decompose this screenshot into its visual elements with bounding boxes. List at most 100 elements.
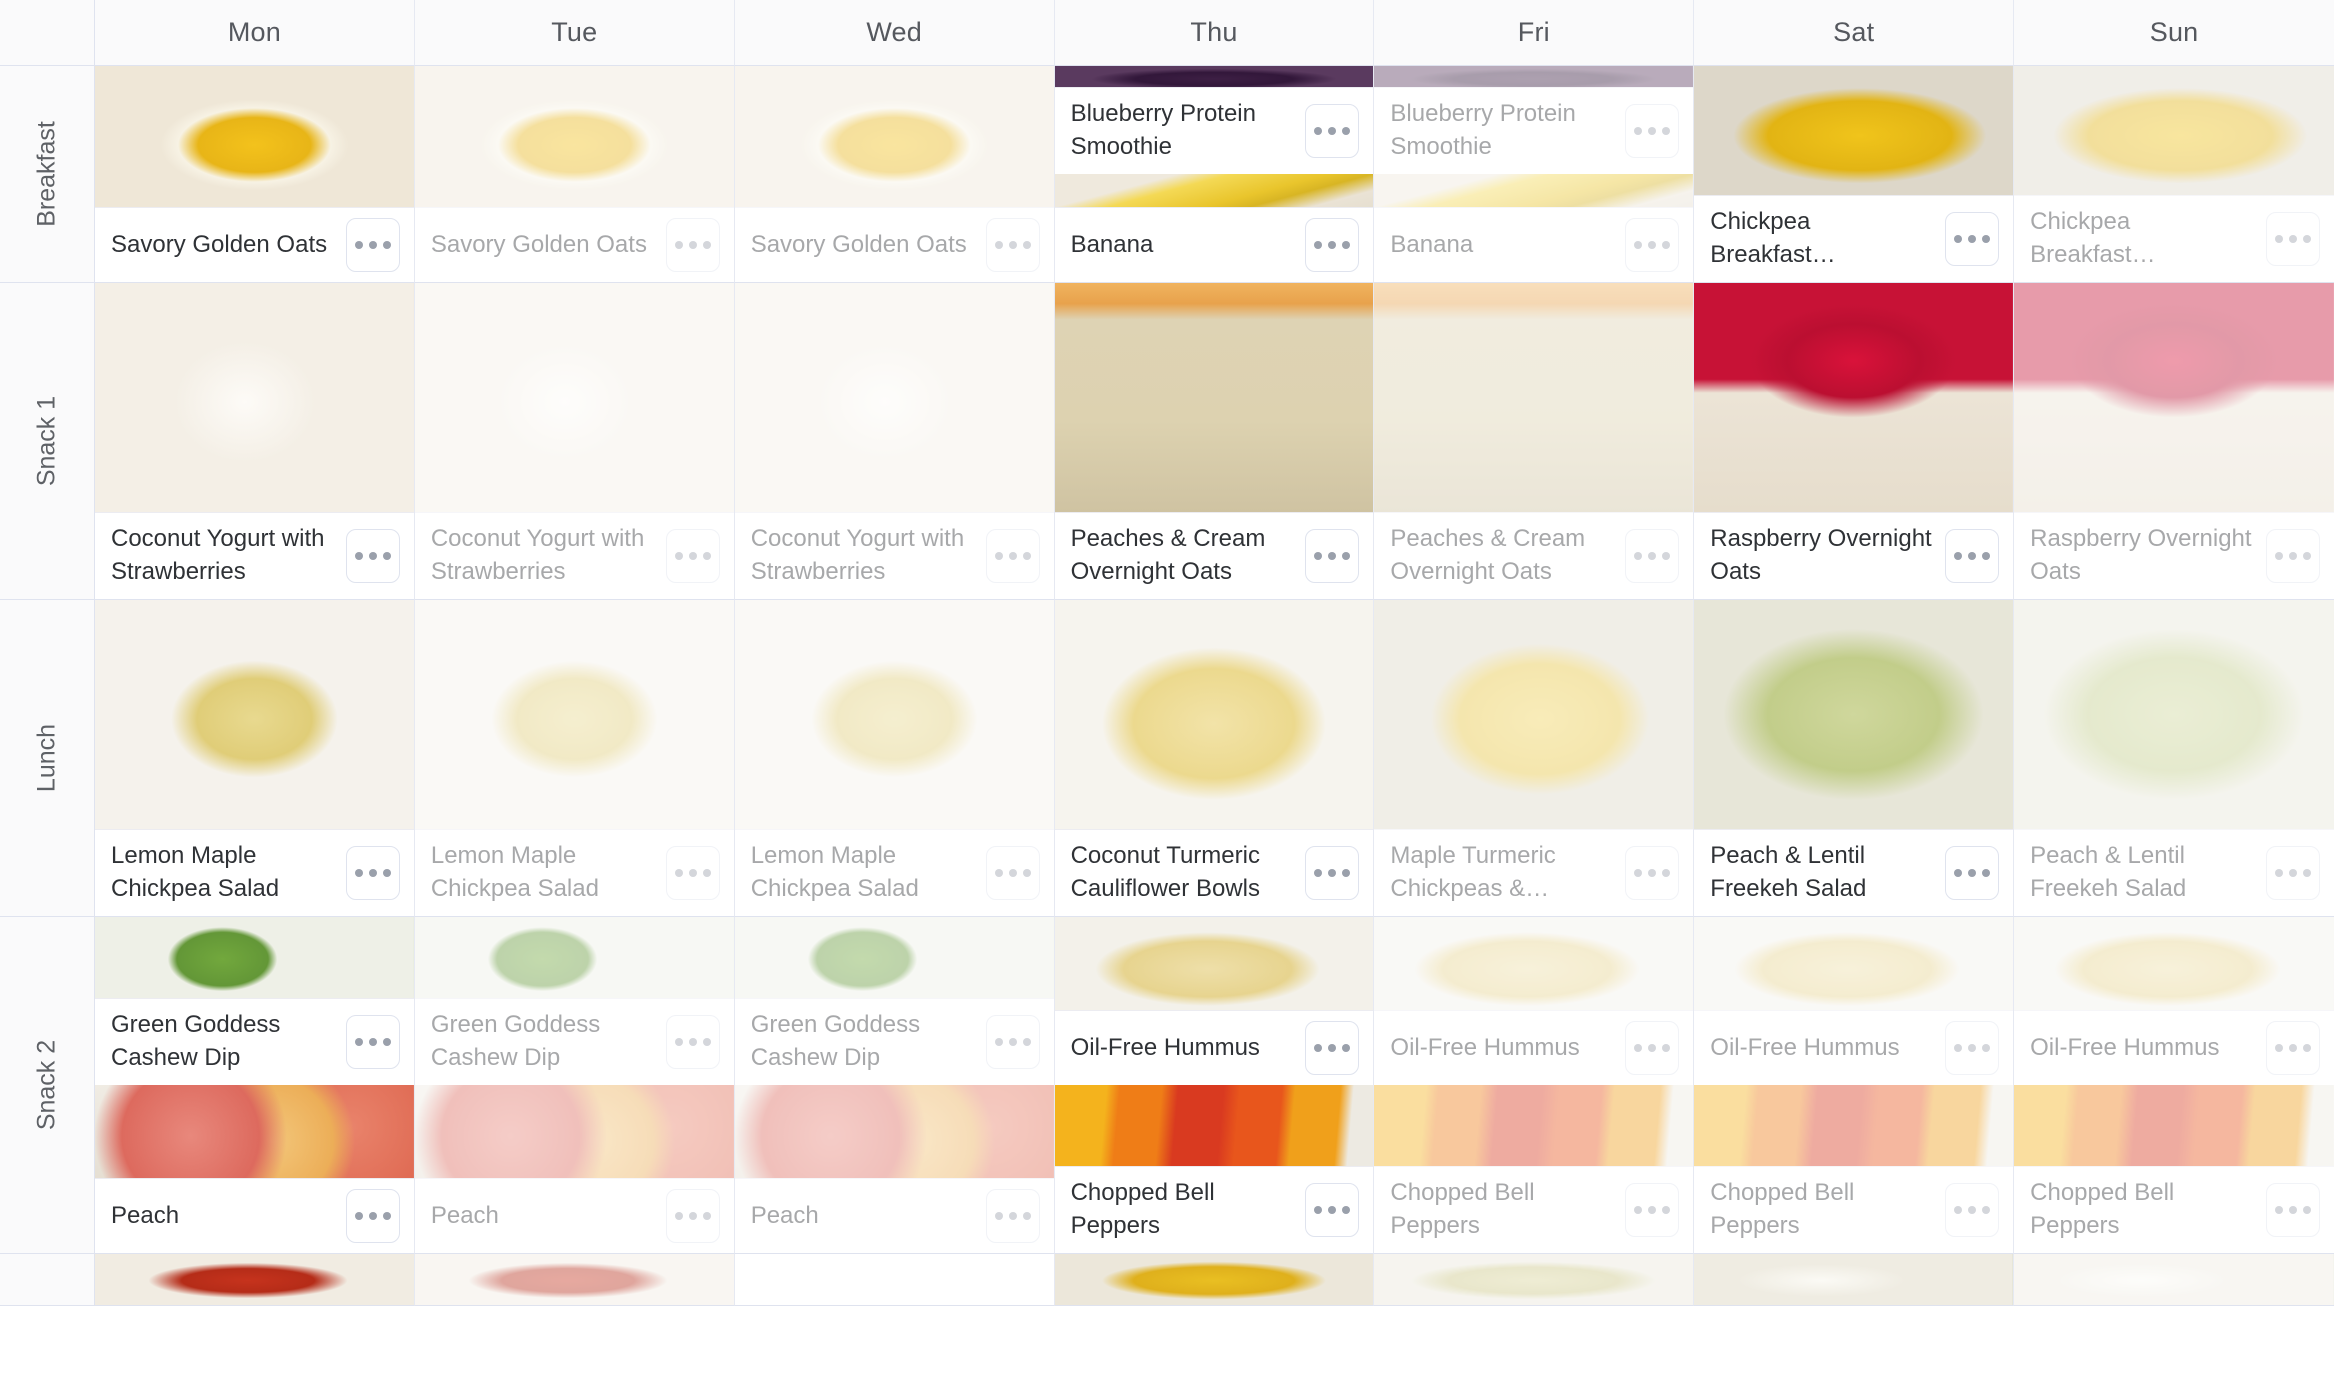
meal-options-button[interactable]: [1625, 529, 1680, 584]
meal-options-button[interactable]: [2266, 212, 2320, 267]
day-header-mon[interactable]: Mon: [95, 0, 415, 66]
meal-options-button[interactable]: [665, 1189, 720, 1243]
meal-cell-snack-2-tue[interactable]: Green Goddess Cashew Dip Peach: [414, 917, 735, 1254]
meal-card[interactable]: Coconut Turmeric Cauliflower Bowls: [1054, 600, 1374, 916]
meal-options-button[interactable]: [1945, 1021, 2000, 1075]
meal-cell-snack-1-fri[interactable]: Peaches & Cream Overnight Oats: [1374, 283, 1695, 600]
meal-options-button[interactable]: [1945, 846, 2000, 901]
meal-card[interactable]: Oil-Free Hummus: [1054, 917, 1374, 1085]
meal-options-button[interactable]: [1945, 529, 2000, 584]
meal-options-button[interactable]: [1945, 212, 2000, 267]
meal-cell-dinner-sun[interactable]: [2014, 1254, 2334, 1306]
meal-cell-breakfast-sun[interactable]: Chickpea Breakfast…: [2014, 66, 2334, 283]
meal-options-button[interactable]: [985, 846, 1040, 901]
meal-card[interactable]: Chickpea Breakfast…: [2014, 66, 2334, 282]
meal-card[interactable]: Lemon Maple Chickpea Salad: [414, 600, 734, 916]
meal-cell-lunch-sat[interactable]: Peach & Lentil Freekeh Salad: [1694, 600, 2015, 917]
meal-cell-breakfast-fri[interactable]: Blueberry Protein Smoothie Banana: [1374, 66, 1695, 283]
meal-cell-dinner-thu[interactable]: [1054, 1254, 1375, 1306]
meal-card[interactable]: Savory Golden Oats: [734, 66, 1054, 282]
meal-card[interactable]: Coconut Yogurt with Strawberries: [734, 283, 1054, 599]
meal-options-button[interactable]: [2266, 1021, 2320, 1075]
meal-options-button[interactable]: [985, 1015, 1040, 1070]
meal-cell-breakfast-wed[interactable]: Savory Golden Oats: [734, 66, 1055, 283]
meal-card[interactable]: Peach & Lentil Freekeh Salad: [1694, 600, 2014, 916]
meal-card[interactable]: Chopped Bell Peppers: [1054, 1085, 1374, 1253]
meal-card[interactable]: [1054, 1254, 1374, 1305]
meal-options-button[interactable]: [345, 1189, 400, 1243]
meal-card[interactable]: Lemon Maple Chickpea Salad: [734, 600, 1054, 916]
meal-card[interactable]: Chickpea Breakfast…: [1694, 66, 2014, 282]
meal-card[interactable]: Oil-Free Hummus: [1374, 917, 1694, 1085]
meal-cell-lunch-sun[interactable]: Peach & Lentil Freekeh Salad: [2014, 600, 2334, 917]
day-header-fri[interactable]: Fri: [1374, 0, 1695, 66]
meal-options-button[interactable]: [1305, 846, 1360, 901]
meal-cell-snack-1-sun[interactable]: Raspberry Overnight Oats: [2014, 283, 2334, 600]
meal-cell-dinner-mon[interactable]: [95, 1254, 415, 1306]
meal-cell-dinner-fri[interactable]: [1374, 1254, 1695, 1306]
meal-options-button[interactable]: [665, 1015, 720, 1070]
meal-options-button[interactable]: [1305, 104, 1360, 159]
meal-card[interactable]: Maple Turmeric Chickpeas &…: [1374, 600, 1694, 916]
meal-card[interactable]: Lemon Maple Chickpea Salad: [95, 600, 414, 916]
meal-cell-lunch-mon[interactable]: Lemon Maple Chickpea Salad: [95, 600, 415, 917]
meal-options-button[interactable]: [1305, 529, 1360, 584]
meal-card[interactable]: Green Goddess Cashew Dip: [414, 917, 734, 1085]
meal-card[interactable]: Oil-Free Hummus: [2014, 917, 2334, 1085]
meal-cell-lunch-wed[interactable]: Lemon Maple Chickpea Salad: [734, 600, 1055, 917]
meal-card[interactable]: Savory Golden Oats: [95, 66, 414, 282]
meal-cell-snack-1-mon[interactable]: Coconut Yogurt with Strawberries: [95, 283, 415, 600]
meal-card[interactable]: Peaches & Cream Overnight Oats: [1374, 283, 1694, 599]
meal-card[interactable]: [414, 1254, 734, 1305]
meal-cell-breakfast-mon[interactable]: Savory Golden Oats: [95, 66, 415, 283]
meal-card[interactable]: Banana: [1054, 174, 1374, 282]
meal-cell-breakfast-sat[interactable]: Chickpea Breakfast…: [1694, 66, 2015, 283]
meal-cell-dinner-sat[interactable]: [1694, 1254, 2015, 1306]
meal-cell-breakfast-tue[interactable]: Savory Golden Oats: [414, 66, 735, 283]
meal-options-button[interactable]: [665, 218, 720, 272]
meal-cell-snack-2-thu[interactable]: Oil-Free Hummus Chopped Bell Peppers: [1054, 917, 1375, 1254]
meal-cell-snack-1-sat[interactable]: Raspberry Overnight Oats: [1694, 283, 2015, 600]
meal-card[interactable]: Chopped Bell Peppers: [1374, 1085, 1694, 1253]
meal-cell-snack-2-fri[interactable]: Oil-Free Hummus Chopped Bell Peppers: [1374, 917, 1695, 1254]
meal-card[interactable]: Blueberry Protein Smoothie: [1054, 66, 1374, 174]
meal-options-button[interactable]: [2266, 846, 2320, 901]
meal-options-button[interactable]: [1625, 218, 1680, 272]
meal-card[interactable]: Green Goddess Cashew Dip: [734, 917, 1054, 1085]
meal-options-button[interactable]: [1625, 1183, 1680, 1238]
meal-options-button[interactable]: [665, 529, 720, 584]
meal-options-button[interactable]: [1625, 104, 1680, 159]
meal-options-button[interactable]: [985, 1189, 1040, 1243]
meal-options-button[interactable]: [1305, 1183, 1360, 1238]
day-header-tue[interactable]: Tue: [414, 0, 735, 66]
meal-card[interactable]: Raspberry Overnight Oats: [1694, 283, 2014, 599]
meal-card[interactable]: [95, 1254, 414, 1305]
meal-card[interactable]: Peach: [95, 1085, 414, 1253]
meal-card[interactable]: Banana: [1374, 174, 1694, 282]
meal-cell-snack-2-sat[interactable]: Oil-Free Hummus Chopped Bell Peppers: [1694, 917, 2015, 1254]
meal-cell-snack-1-tue[interactable]: Coconut Yogurt with Strawberries: [414, 283, 735, 600]
meal-card[interactable]: [1374, 1254, 1694, 1305]
meal-card[interactable]: Oil-Free Hummus: [1694, 917, 2014, 1085]
meal-cell-snack-2-mon[interactable]: Green Goddess Cashew Dip Peach: [95, 917, 415, 1254]
meal-card[interactable]: [735, 1254, 1054, 1305]
meal-options-button[interactable]: [985, 218, 1040, 272]
meal-options-button[interactable]: [2266, 1183, 2320, 1238]
meal-card[interactable]: Peach & Lentil Freekeh Salad: [2014, 600, 2334, 916]
meal-options-button[interactable]: [665, 846, 720, 901]
meal-cell-dinner-wed[interactable]: [734, 1254, 1055, 1306]
meal-cell-snack-2-wed[interactable]: Green Goddess Cashew Dip Peach: [734, 917, 1055, 1254]
day-header-thu[interactable]: Thu: [1054, 0, 1375, 66]
meal-options-button[interactable]: [1305, 218, 1360, 272]
meal-options-button[interactable]: [1945, 1183, 2000, 1238]
meal-card[interactable]: Coconut Yogurt with Strawberries: [95, 283, 414, 599]
meal-card[interactable]: Savory Golden Oats: [414, 66, 734, 282]
meal-cell-snack-2-sun[interactable]: Oil-Free Hummus Chopped Bell Peppers: [2014, 917, 2334, 1254]
meal-card[interactable]: [1694, 1254, 2014, 1305]
meal-cell-lunch-fri[interactable]: Maple Turmeric Chickpeas &…: [1374, 600, 1695, 917]
meal-options-button[interactable]: [985, 529, 1040, 584]
day-header-sun[interactable]: Sun: [2014, 0, 2334, 66]
meal-cell-lunch-tue[interactable]: Lemon Maple Chickpea Salad: [414, 600, 735, 917]
meal-options-button[interactable]: [1305, 1021, 1360, 1075]
meal-cell-dinner-tue[interactable]: [414, 1254, 735, 1306]
